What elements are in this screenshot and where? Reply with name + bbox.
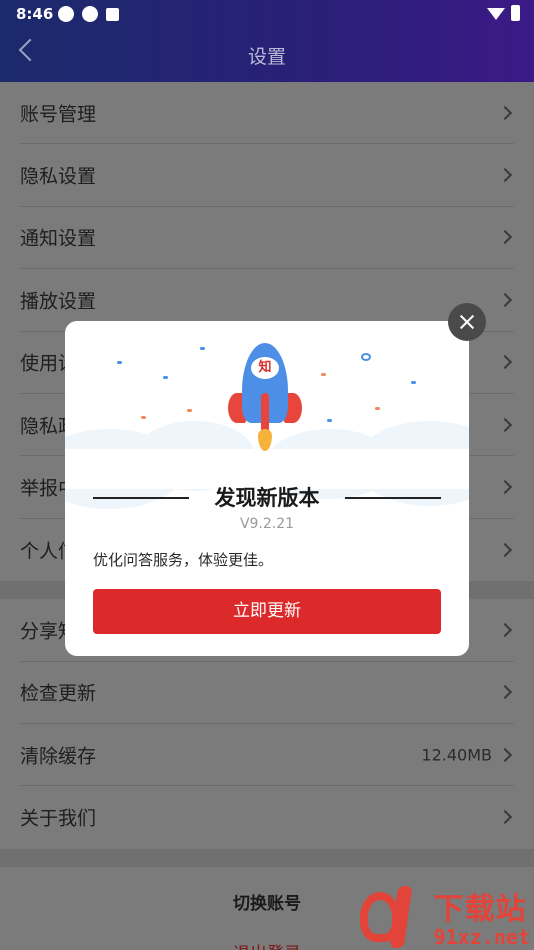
update-description: 优化问答服务，体验更佳。 <box>93 551 274 569</box>
settings-row-account[interactable]: 账号管理 <box>20 82 514 145</box>
wifi-icon <box>487 8 505 20</box>
settings-row-notifications[interactable]: 通知设置 <box>20 207 514 270</box>
chevron-right-icon <box>497 355 513 370</box>
rocket-logo-char: 知 <box>251 357 279 379</box>
watermark-text: 下载站 91xz.net <box>433 892 530 949</box>
app-notification-icon <box>82 6 98 22</box>
row-label: 隐私设置 <box>20 165 97 188</box>
notification-icons <box>58 6 119 22</box>
status-time: 8:46 <box>16 5 54 23</box>
watermark-logo-icon <box>359 884 430 948</box>
row-label: 关于我们 <box>20 807 97 830</box>
chevron-right-icon <box>497 479 513 495</box>
settings-row-check-update[interactable]: 检查更新 <box>20 662 514 724</box>
chevron-right-icon <box>497 810 513 825</box>
app-notification-icon <box>58 6 74 22</box>
chevron-right-icon <box>497 685 513 700</box>
cache-size: 12.40MB <box>421 745 492 765</box>
close-dialog-icon[interactable] <box>448 303 486 341</box>
chevron-right-icon <box>497 622 513 637</box>
chevron-right-icon <box>497 417 513 432</box>
chevron-right-icon <box>497 230 513 245</box>
chevron-right-icon <box>497 747 513 762</box>
settings-row-about[interactable]: 关于我们 <box>20 786 514 848</box>
row-label: 账号管理 <box>20 103 97 126</box>
battery-icon <box>511 5 520 21</box>
row-label: 播放设置 <box>20 290 97 313</box>
row-label: 清除缓存 <box>20 745 97 768</box>
dialog-headline: 发现新版本 <box>93 483 441 513</box>
chevron-right-icon <box>497 168 513 183</box>
page-title: 设置 <box>247 46 286 68</box>
watermark-domain: 91xz.net <box>433 925 530 949</box>
row-label: 通知设置 <box>20 227 97 250</box>
headline-divider-right <box>345 497 441 499</box>
rocket-icon: 知 <box>228 343 308 463</box>
section-divider <box>0 848 534 867</box>
keyboard-notification-icon <box>106 8 119 21</box>
update-now-button[interactable]: 立即更新 <box>93 589 441 634</box>
watermark-title: 下载站 <box>433 892 527 927</box>
watermark: 下载站 91xz.net <box>359 884 530 949</box>
top-bar: 8:46 设置 <box>0 0 534 82</box>
settings-row-privacy[interactable]: 隐私设置 <box>20 144 514 207</box>
version-label: V9.2.21 <box>239 516 295 532</box>
chevron-right-icon <box>497 292 513 307</box>
system-icons <box>487 5 520 21</box>
settings-row-clear-cache[interactable]: 清除缓存 12.40MB <box>20 724 514 787</box>
update-dialog: 知 发现新版本 V9.2.21 优化问答服务，体验更佳。 立即更新 <box>65 321 469 656</box>
chevron-right-icon <box>497 105 513 120</box>
status-bar: 8:46 <box>0 0 534 28</box>
row-label: 检查更新 <box>20 682 97 705</box>
chevron-right-icon <box>497 542 513 557</box>
